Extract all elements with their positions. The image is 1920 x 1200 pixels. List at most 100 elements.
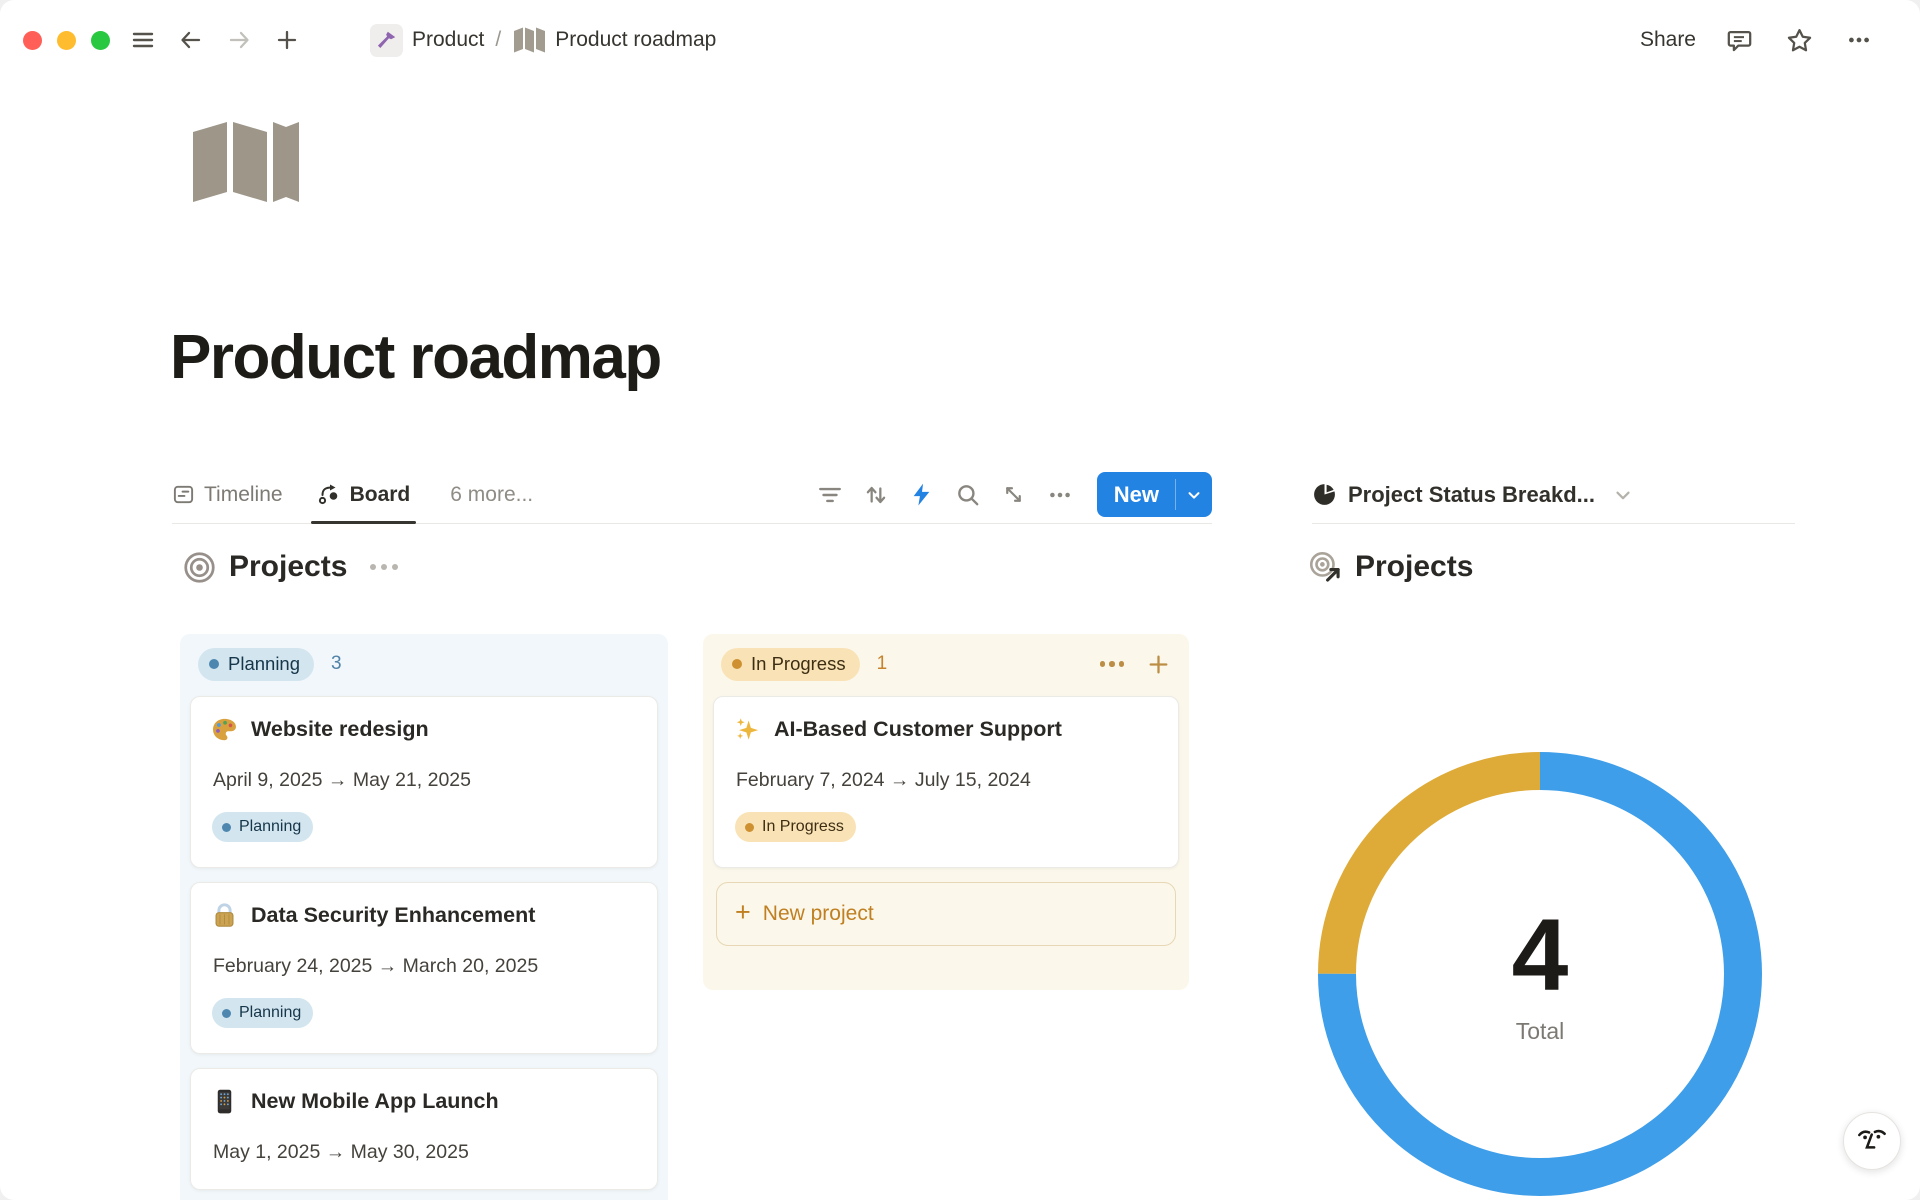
tab-timeline[interactable]: Timeline [172,466,283,523]
plus-icon [275,28,299,52]
timeline-view-icon [172,483,195,506]
more-options-button[interactable] [1842,23,1876,57]
chart-section-heading: Projects [1308,550,1473,584]
lightning-icon [909,482,934,507]
board-section-menu-button[interactable] [370,564,398,570]
breadcrumb-root-icon-box[interactable] [370,24,403,57]
project-status-donut-chart: 4 Total [1318,752,1762,1196]
close-button[interactable] [23,31,42,50]
plus-icon: + [735,899,751,926]
status-dot [745,823,754,832]
breadcrumb: Product / Product roadmap [370,24,716,57]
card-dates: February 24, 2025 → March 20, 2025 [213,955,637,978]
minimize-button[interactable] [57,31,76,50]
ellipsis-icon [1846,27,1872,53]
notion-window: Product / Product roadmap Share Product … [0,0,1920,1200]
view-tabbar: Timeline Board 6 more... [172,466,1212,524]
column-count: 1 [877,653,888,675]
card-status-label: In Progress [762,818,844,836]
forward-button[interactable] [222,23,256,57]
map-icon [512,26,546,54]
card-title: Website redesign [251,717,429,742]
hamburger-icon [131,28,155,52]
notion-ai-button[interactable] [1843,1112,1901,1170]
card-dates: May 1, 2025 → May 30, 2025 [213,1141,637,1164]
ai-face-icon [1856,1125,1888,1157]
column-label: Planning [228,653,300,675]
chart-view-title[interactable]: Project Status Breakd... [1348,482,1595,508]
card-ai-based-customer-support[interactable]: AI-Based Customer Support February 7, 20… [713,696,1179,868]
search-button[interactable] [951,478,985,512]
breadcrumb-separator: / [495,28,501,52]
titlebar: Product / Product roadmap Share [0,0,1920,80]
sparkles-icon [734,716,761,743]
column-add-card-button[interactable] [1143,649,1173,679]
card-title: Data Security Enhancement [251,903,535,928]
target-icon [183,551,216,584]
card-status-label: Planning [239,1004,301,1022]
board-section-title: Projects [229,550,347,584]
lock-icon [211,902,238,929]
chevron-down-icon[interactable] [1612,484,1634,506]
ellipsis-icon [1047,482,1073,508]
view-toolbar: New [813,472,1212,517]
column-header: In Progress 1 [721,646,1173,682]
comments-button[interactable] [1722,23,1756,57]
sidebar-toggle-button[interactable] [126,23,160,57]
column-header: Planning 3 [198,646,652,682]
status-dot [732,659,742,669]
sort-icon [863,482,889,508]
palette-icon [211,716,238,743]
card-status-badge: Planning [212,998,313,1028]
board-view-icon [317,483,341,507]
nav-group [126,23,304,57]
card-new-mobile-app-launch[interactable]: New Mobile App Launch May 1, 2025 → May … [190,1068,658,1190]
card-title: AI-Based Customer Support [774,717,1062,742]
filter-icon [817,482,843,508]
pie-chart-icon [1312,482,1337,507]
plus-icon [1146,652,1171,677]
view-options-button[interactable] [1043,478,1077,512]
in-progress-status-pill[interactable]: In Progress [721,648,860,681]
new-tab-button[interactable] [270,23,304,57]
breadcrumb-current[interactable]: Product roadmap [555,28,716,52]
filter-button[interactable] [813,478,847,512]
more-views-button[interactable]: 6 more... [450,483,533,507]
page-icon-map[interactable] [185,118,307,211]
zoom-button[interactable] [91,31,110,50]
chart-section-title: Projects [1355,550,1473,584]
board-column-planning: Planning 3 Website redesign April 9, 202… [180,634,668,1200]
linked-target-icon [1308,550,1342,584]
tab-board-label: Board [350,483,411,507]
card-website-redesign[interactable]: Website redesign April 9, 2025 → May 21,… [190,696,658,868]
map-icon [185,118,307,206]
card-status-badge: In Progress [735,812,856,842]
card-data-security-enhancement[interactable]: Data Security Enhancement February 24, 2… [190,882,658,1054]
planning-status-pill[interactable]: Planning [198,648,314,681]
tab-board[interactable]: Board [317,466,411,523]
board-section-heading: Projects [183,550,398,584]
expand-icon [1001,482,1026,507]
page-title: Product roadmap [170,322,661,393]
star-icon [1786,27,1813,54]
breadcrumb-root[interactable]: Product [412,28,484,52]
new-button-dropdown[interactable] [1176,472,1212,517]
automations-button[interactable] [905,478,939,512]
mobile-phone-icon [211,1088,238,1115]
back-arrow-icon [179,28,203,52]
chevron-down-icon [1185,486,1203,504]
new-button[interactable]: New [1097,472,1175,517]
sort-button[interactable] [859,478,893,512]
board-column-in-progress: In Progress 1 AI-Based Customer Support … [703,634,1189,990]
expand-button[interactable] [997,478,1031,512]
column-menu-button[interactable] [1097,649,1127,679]
card-dates: April 9, 2025 → May 21, 2025 [213,769,637,792]
new-project-button[interactable]: + New project [716,882,1176,946]
back-button[interactable] [174,23,208,57]
share-button[interactable]: Share [1640,28,1696,52]
titlebar-actions: Share [1640,23,1876,57]
new-button-group: New [1097,472,1212,517]
favorite-button[interactable] [1782,23,1816,57]
hammer-icon [376,30,397,51]
new-project-label: New project [763,902,874,926]
